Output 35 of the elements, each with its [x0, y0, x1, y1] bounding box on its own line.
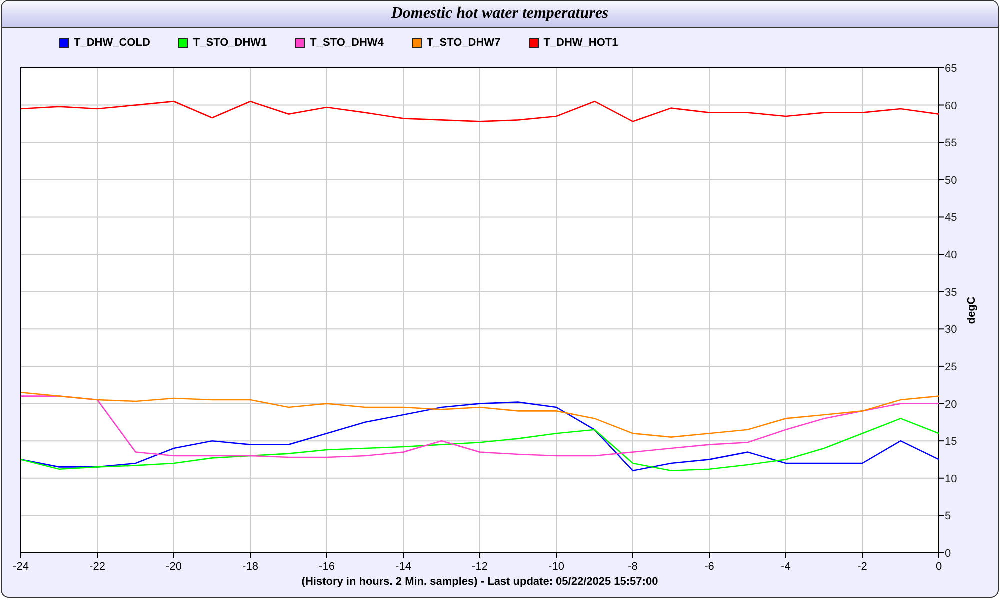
axis-tick-label: 30: [945, 324, 958, 336]
axis-tick-label: 25: [945, 361, 958, 374]
axis-tick-label: -12: [472, 561, 488, 573]
axis-tick-label: -14: [396, 561, 412, 573]
legend-label: T_STO_DHW7: [426, 37, 501, 49]
axis-tick-label: -22: [90, 561, 106, 573]
axis-title: (History in hours. 2 Min. samples) - Last update: 05/22/2025 15:57:00: [302, 576, 658, 588]
axis-tick-label: 0: [936, 561, 942, 573]
axis-tick-label: -10: [548, 561, 564, 573]
axis-tick-label: 5: [945, 510, 952, 523]
axis-tick-label: 15: [945, 436, 958, 448]
axis-tick-label: 10: [945, 473, 958, 486]
window-title: Domestic hot water temperatures: [391, 5, 609, 23]
axis-tick-label: -24: [13, 561, 29, 573]
axis-tick-label: 50: [945, 174, 958, 187]
axis-title: degC: [966, 296, 978, 324]
legend-label: T_DHW_HOT1: [544, 37, 618, 49]
axis-tick-label: -20: [166, 561, 182, 573]
axis-tick-label: -8: [628, 561, 638, 573]
axis-tick-label: -16: [319, 561, 335, 573]
axis-tick-label: 35: [945, 286, 958, 299]
axis-tick-label: -18: [242, 561, 258, 573]
axis-tick-label: -6: [704, 561, 714, 573]
axis-tick-label: 55: [945, 138, 958, 150]
legend-label: T_STO_DHW4: [310, 37, 384, 49]
axis-tick-label: 0: [945, 548, 952, 560]
legend-label: T_DHW_COLD: [74, 37, 150, 49]
axis-tick-label: -2: [858, 561, 868, 573]
axis-tick-label: 45: [945, 212, 958, 224]
axis-tick-label: 65: [945, 63, 958, 75]
axis-tick-label: 20: [945, 398, 958, 411]
axis-tick-label: -4: [781, 561, 791, 573]
legend-label: T_STO_DHW1: [193, 37, 268, 49]
axis-tick-label: 60: [945, 100, 958, 112]
axis-tick-label: 40: [945, 250, 958, 262]
